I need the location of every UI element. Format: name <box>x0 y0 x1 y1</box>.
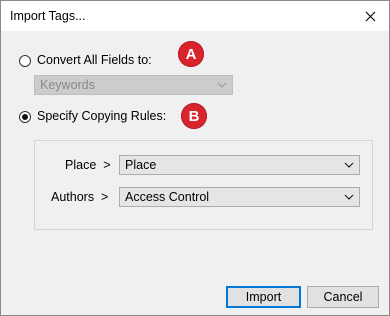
rule-dropdown-authors-value: Access Control <box>125 190 210 204</box>
copying-rules-group: Place > Place Authors > Access Control <box>34 140 373 230</box>
convert-all-fields-label[interactable]: Convert All Fields to: <box>37 53 152 67</box>
close-button[interactable] <box>361 7 379 25</box>
chevron-down-icon <box>343 188 355 206</box>
specify-copying-rules-label[interactable]: Specify Copying Rules: <box>37 109 166 123</box>
window-title: Import Tags... <box>10 9 86 23</box>
close-icon <box>365 11 375 21</box>
specify-copying-rules-radio[interactable] <box>19 111 31 123</box>
title-bar: Import Tags... <box>1 1 389 31</box>
import-button[interactable]: Import <box>226 286 301 308</box>
chevron-down-icon <box>216 76 228 94</box>
rule-label-place: Place > <box>65 158 111 172</box>
convert-field-dropdown: Keywords <box>34 75 233 95</box>
callout-badge-a: A <box>178 41 204 67</box>
cancel-button[interactable]: Cancel <box>307 286 379 308</box>
rule-label-authors: Authors > <box>51 190 109 204</box>
import-tags-dialog: Import Tags... Convert All Fields to: A … <box>0 0 390 316</box>
rule-dropdown-place[interactable]: Place <box>119 155 360 175</box>
rule-dropdown-place-value: Place <box>125 158 157 172</box>
rule-dropdown-authors[interactable]: Access Control <box>119 187 360 207</box>
convert-all-fields-radio[interactable] <box>19 55 31 67</box>
chevron-down-icon <box>343 156 355 174</box>
convert-field-value: Keywords <box>40 78 95 92</box>
callout-badge-b: B <box>181 103 207 129</box>
